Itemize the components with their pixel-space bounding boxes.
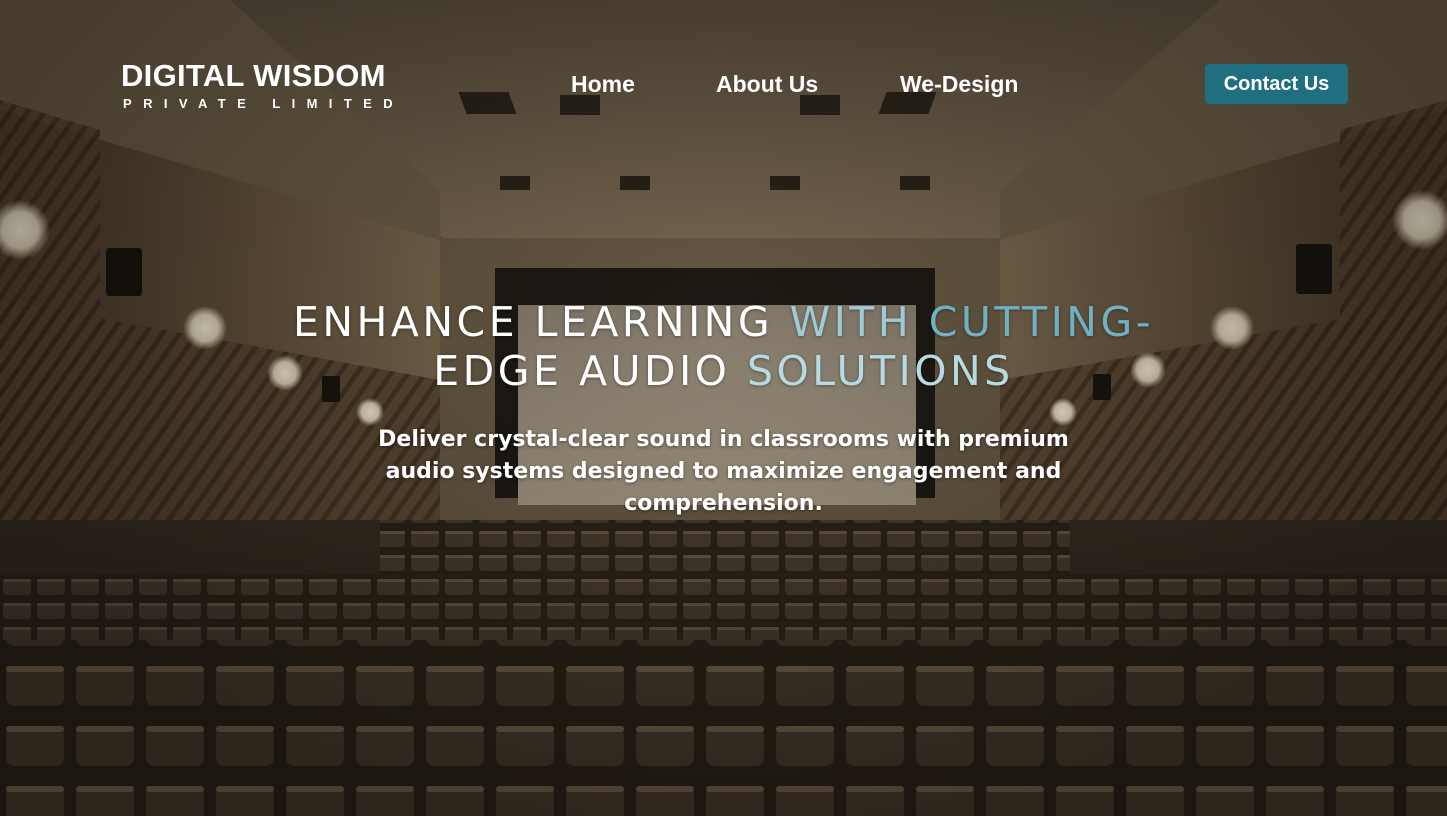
contact-us-button[interactable]: Contact Us [1205,64,1348,104]
headline-part-1: ENHANCE LEARNING [292,298,790,346]
headline-part-3: CUTTING- [928,298,1155,346]
logo-title: DIGITAL WISDOM [121,58,386,93]
headline-part-2: WITH [789,298,929,346]
nav-link-we-design[interactable]: We-Design [900,70,1018,98]
hero-headline: ENHANCE LEARNING WITH CUTTING- EDGE AUDIO… [200,298,1247,396]
logo-subtitle: PRIVATE LIMITED [123,96,405,111]
nav-link-about-us[interactable]: About Us [716,70,818,98]
auditorium-background-image [0,0,1447,816]
headline-part-4: EDGE AUDIO [433,347,747,395]
hero-subtext: Deliver crystal-clear sound in classroom… [378,427,1069,516]
headline-part-5: SOLUTIONS [747,347,1014,395]
nav-link-home[interactable]: Home [571,70,635,98]
hero-section: DIGITAL WISDOM PRIVATE LIMITED Home Abou… [0,0,1447,816]
company-logo[interactable]: DIGITAL WISDOM PRIVATE LIMITED [121,60,404,112]
